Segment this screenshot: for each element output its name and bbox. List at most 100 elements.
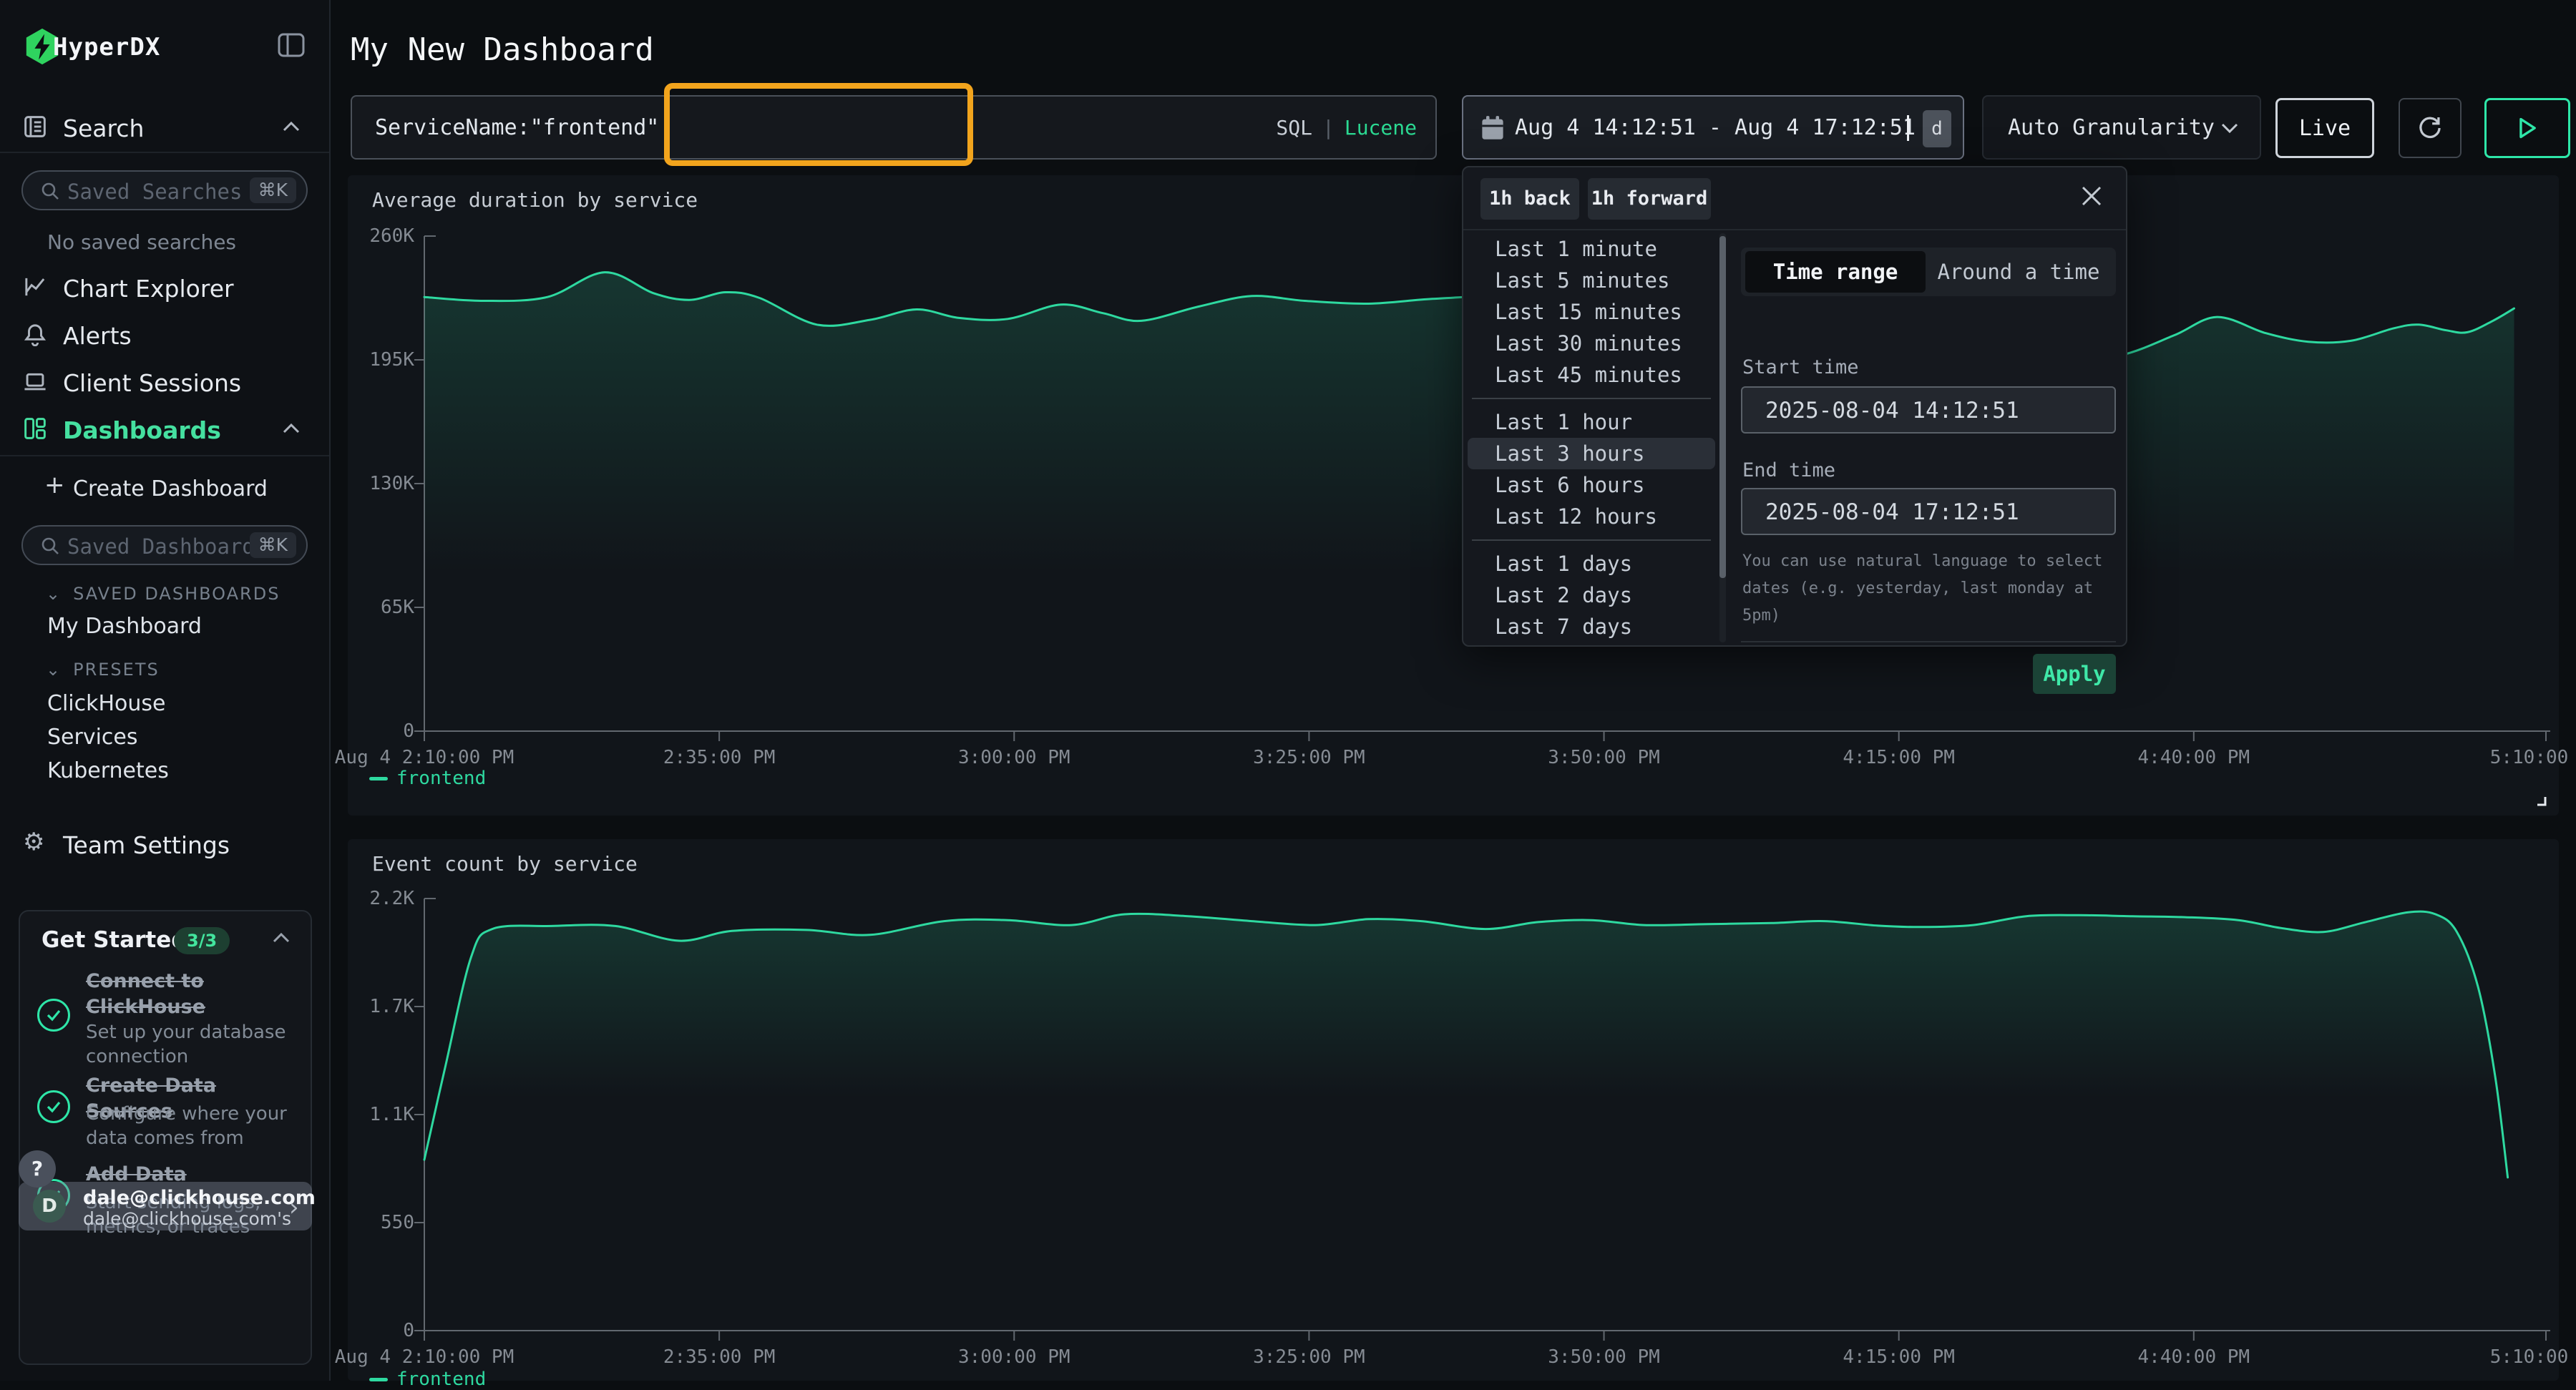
section-header[interactable]: ⌄SAVED DASHBOARDS bbox=[46, 584, 280, 604]
time-option-last-14-days[interactable]: Last 14 days bbox=[1468, 642, 1715, 644]
user-email: dale@clickhouse.com bbox=[83, 1187, 316, 1209]
sidebar: HyperDX Search bbox=[0, 0, 331, 1381]
main-content: My New Dashboard ServiceName:"frontend" … bbox=[331, 0, 2576, 1381]
sidebar-item-chart-explorer[interactable]: Chart Explorer bbox=[0, 265, 331, 310]
get-started-card: Get Started 3/3 Connect to ClickHouseSet… bbox=[19, 910, 312, 1365]
sidebar-item-client-sessions[interactable]: Client Sessions bbox=[0, 359, 331, 405]
time-option-last-1-days[interactable]: Last 1 days bbox=[1468, 548, 1715, 579]
sidebar-item-dashboards[interactable]: Dashboards bbox=[0, 406, 331, 452]
search-icon bbox=[40, 181, 60, 201]
tab-around-a-time[interactable]: Around a time bbox=[1926, 251, 2112, 293]
sidebar-item-services[interactable]: Services bbox=[47, 725, 138, 750]
time-option-last-6-hours[interactable]: Last 6 hours bbox=[1468, 469, 1715, 501]
check-circle-icon bbox=[37, 1090, 70, 1123]
time-option-last-5-minutes[interactable]: Last 5 minutes bbox=[1468, 265, 1715, 296]
sidebar-item-my-dashboard[interactable]: My Dashboard bbox=[47, 614, 202, 639]
divider bbox=[1472, 398, 1711, 399]
time-option-last-1-hour[interactable]: Last 1 hour bbox=[1468, 406, 1715, 438]
sql-toggle[interactable]: SQL bbox=[1276, 116, 1312, 140]
granularity-value: Auto Granularity bbox=[2008, 115, 2215, 140]
user-menu[interactable]: D dale@clickhouse.com dale@clickhouse.co… bbox=[19, 1182, 312, 1230]
time-option-last-15-minutes[interactable]: Last 15 minutes bbox=[1468, 296, 1715, 328]
chevron-up-icon[interactable] bbox=[272, 931, 291, 944]
apply-button[interactable]: Apply bbox=[2033, 654, 2116, 694]
start-time-input[interactable]: 2025-08-04 14:12:51 bbox=[1741, 386, 2116, 434]
x-tick-label: 4:40:00 PM bbox=[2138, 1346, 2250, 1368]
time-option-last-12-hours[interactable]: Last 12 hours bbox=[1468, 501, 1715, 532]
resize-handle-icon[interactable] bbox=[2533, 793, 2547, 807]
time-range-input[interactable]: Aug 4 14:12:51 - Aug 4 17:12:51 d bbox=[1462, 95, 1964, 160]
live-button[interactable]: Live bbox=[2275, 98, 2374, 158]
natural-language-hint: You can use natural language to select d… bbox=[1742, 548, 2117, 630]
time-option-last-45-minutes[interactable]: Last 45 minutes bbox=[1468, 359, 1715, 391]
text-caret bbox=[1907, 115, 1909, 141]
get-started-title: Get Started bbox=[42, 927, 187, 953]
shortcut-badge: ⌘K bbox=[250, 532, 296, 558]
sidebar-item-search[interactable]: Search bbox=[0, 104, 331, 150]
divider bbox=[1741, 641, 2116, 642]
one-hour-back-button[interactable]: 1h back bbox=[1480, 178, 1579, 220]
chart-plot[interactable] bbox=[348, 175, 2559, 816]
sidebar-item-clickhouse[interactable]: ClickHouse bbox=[47, 691, 166, 716]
logo-text: HyperDX bbox=[53, 33, 160, 62]
time-picker-tabs: Time range Around a time bbox=[1741, 248, 2116, 296]
y-tick-label: 130K bbox=[350, 473, 414, 494]
dashboards-icon bbox=[23, 416, 47, 441]
chevron-down-icon: ⌄ bbox=[46, 660, 62, 680]
sidebar-item-label: Alerts bbox=[63, 322, 132, 350]
time-range-value: Aug 4 14:12:51 - Aug 4 17:12:51 bbox=[1515, 115, 1916, 140]
granularity-select[interactable]: Auto Granularity bbox=[1982, 95, 2261, 160]
scrollbar-thumb[interactable] bbox=[1719, 236, 1726, 578]
sidebar-item-label: Chart Explorer bbox=[63, 275, 234, 303]
timezone-badge[interactable]: d bbox=[1923, 110, 1951, 147]
one-hour-forward-button[interactable]: 1h forward bbox=[1588, 178, 1711, 220]
time-option-last-30-minutes[interactable]: Last 30 minutes bbox=[1468, 328, 1715, 359]
chevron-up-icon bbox=[282, 422, 301, 435]
x-tick-label: 2:35:00 PM bbox=[663, 1346, 776, 1368]
y-tick-label: 550 bbox=[350, 1212, 414, 1233]
section-header[interactable]: ⌄PRESETS bbox=[46, 660, 160, 680]
get-started-item-desc: Configure where your data comes from bbox=[86, 1102, 301, 1150]
sidebar-item-alerts[interactable]: Alerts bbox=[0, 312, 331, 358]
time-option-last-2-days[interactable]: Last 2 days bbox=[1468, 579, 1715, 611]
sidebar-collapse-icon[interactable] bbox=[276, 31, 306, 60]
run-query-button[interactable] bbox=[2484, 98, 2570, 158]
x-tick-label: 3:50:00 PM bbox=[1548, 1346, 1660, 1368]
end-time-value: 2025-08-04 17:12:51 bbox=[1765, 499, 2019, 525]
close-icon[interactable] bbox=[2077, 182, 2106, 210]
app-root: HyperDX Search bbox=[0, 0, 2576, 1381]
refresh-button[interactable] bbox=[2399, 98, 2462, 158]
saved-searches-input[interactable]: Saved Searches ⌘K bbox=[21, 170, 308, 210]
chart-plot[interactable] bbox=[348, 839, 2559, 1381]
chevron-up-icon bbox=[282, 120, 301, 133]
help-button[interactable]: ? bbox=[19, 1150, 56, 1188]
time-option-last-1-minute[interactable]: Last 1 minute bbox=[1468, 233, 1715, 265]
start-time-label: Start time bbox=[1742, 356, 1859, 378]
end-time-input[interactable]: 2025-08-04 17:12:51 bbox=[1741, 488, 2116, 535]
shortcut-badge: ⌘K bbox=[250, 177, 296, 203]
time-option-last-3-hours[interactable]: Last 3 hours bbox=[1468, 438, 1715, 469]
saved-dashboards-input[interactable]: Saved Dashboards ⌘K bbox=[21, 525, 308, 565]
saved-dashboards-placeholder: Saved Dashboards bbox=[67, 534, 267, 559]
start-time-value: 2025-08-04 14:12:51 bbox=[1765, 398, 2019, 424]
create-dashboard-button[interactable]: + Create Dashboard bbox=[0, 465, 331, 508]
x-tick-label: 3:25:00 PM bbox=[1253, 747, 1365, 768]
calendar-icon bbox=[1480, 115, 1505, 141]
tab-time-range[interactable]: Time range bbox=[1745, 251, 1926, 293]
x-tick-label: 3:00:00 PM bbox=[958, 747, 1070, 768]
relative-time-list: Last 1 minuteLast 5 minutesLast 15 minut… bbox=[1468, 233, 1715, 644]
sidebar-item-team-settings[interactable]: ⚙ Team Settings bbox=[0, 821, 331, 867]
chart-panel-event-count: Event count by service frontend 2.2K1.7K… bbox=[348, 839, 2559, 1381]
search-nav-icon bbox=[23, 114, 47, 139]
language-switch: SQL|Lucene bbox=[1276, 116, 1417, 140]
lucene-toggle[interactable]: Lucene bbox=[1345, 116, 1417, 140]
sidebar-item-kubernetes[interactable]: Kubernetes bbox=[47, 758, 169, 783]
play-icon bbox=[2487, 100, 2568, 156]
team-settings-label: Team Settings bbox=[63, 831, 230, 859]
time-picker-body: Last 1 minuteLast 5 minutesLast 15 minut… bbox=[1463, 229, 2126, 645]
absolute-time-panel: Time range Around a time Start time 2025… bbox=[1741, 230, 2116, 645]
time-option-last-7-days[interactable]: Last 7 days bbox=[1468, 611, 1715, 642]
end-time-label: End time bbox=[1742, 459, 1835, 481]
x-tick-label: 3:50:00 PM bbox=[1548, 747, 1660, 768]
x-tick-label: 5:10:00 PM bbox=[2490, 1346, 2576, 1368]
